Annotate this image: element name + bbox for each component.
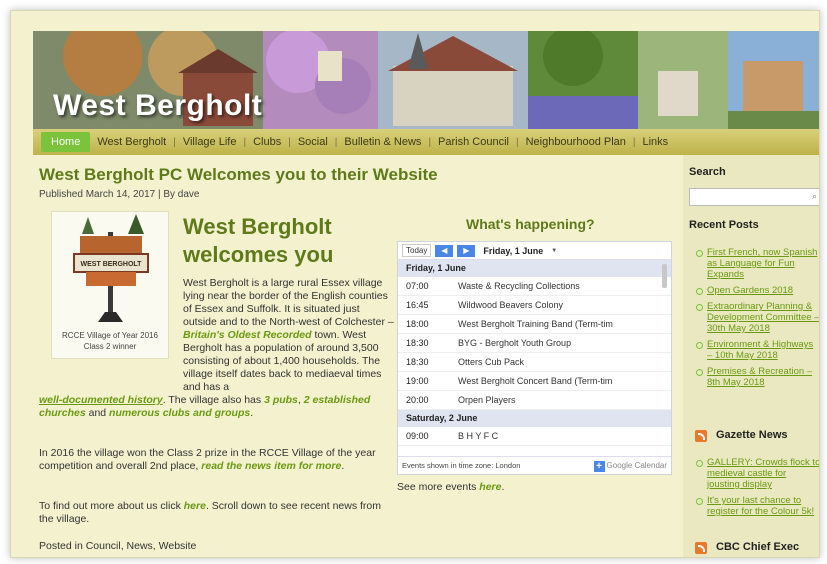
event-time: 07:00	[406, 281, 429, 291]
intro-text: West Bergholt is a large rural Essex vil…	[183, 277, 394, 328]
here-link[interactable]: here	[184, 500, 206, 512]
timezone-note: Events shown in time zone: London	[402, 461, 521, 470]
banner: West Bergholt	[33, 31, 819, 129]
see-more-here-link[interactable]: here	[479, 481, 501, 493]
intro-text: and	[85, 407, 110, 419]
plus-icon: +	[593, 460, 605, 472]
gazette-post-link[interactable]: GALLERY: Crowds flock to medieval castle…	[695, 457, 819, 490]
event-title[interactable]: BYG - Bergholt Youth Group	[458, 334, 653, 352]
event-title[interactable]: Wildwood Beavers Colony	[458, 296, 653, 314]
event-time: 09:00	[406, 431, 429, 441]
event-row[interactable]: 18:30 Otters Cub Pack	[398, 353, 671, 372]
page: West Bergholt Home West Bergholt | Villa…	[10, 10, 820, 558]
calendar-scrollbar[interactable]	[662, 264, 667, 288]
event-row[interactable]: 16:45 Wildwood Beavers Colony	[398, 296, 671, 315]
calendar-toolbar: Today ◀ ▶ Friday, 1 June ▼	[398, 242, 671, 260]
post-meta: Published March 14, 2017 | By dave	[39, 189, 200, 200]
event-title[interactable]: Waste & Recycling Collections	[458, 277, 653, 295]
calendar-current-date[interactable]: Friday, 1 June	[483, 246, 543, 256]
recent-post-link[interactable]: Environment & Highways – 10th May 2018	[695, 339, 819, 361]
event-row[interactable]: 18:00 West Bergholt Training Band (Term-t…	[398, 315, 671, 334]
intro-paragraph-bottom: well-documented history. The village als…	[39, 394, 395, 420]
event-title[interactable]: Otters Cub Pack	[458, 353, 653, 371]
calendar-title: What's happening?	[466, 216, 595, 232]
event-row[interactable]: 07:00 Waste & Recycling Collections	[398, 277, 671, 296]
event-row[interactable]: 09:00 B H Y F C	[398, 427, 671, 446]
welcome-heading: West Bergholt welcomes you	[183, 214, 334, 267]
recent-post-link[interactable]: First French, now Spanish as Language fo…	[695, 247, 819, 280]
calendar-footer: Events shown in time zone: London + Goog…	[398, 456, 671, 474]
event-time: 19:00	[406, 376, 429, 386]
event-title[interactable]: Orpen Players	[458, 391, 653, 409]
prev-arrow-icon[interactable]: ◀	[435, 244, 454, 257]
today-button[interactable]: Today	[402, 244, 432, 257]
gazette-post-link[interactable]: It's your last chance to register for th…	[695, 495, 819, 517]
day-heading: Friday, 1 June	[398, 260, 671, 277]
google-calendar-widget: Today ◀ ▶ Friday, 1 June ▼ Friday, 1 Jun…	[397, 241, 672, 475]
recent-post-link[interactable]: Open Gardens 2018	[695, 285, 819, 296]
rss-icon[interactable]	[695, 542, 707, 554]
clubs-groups-link[interactable]: numerous clubs and groups	[109, 407, 250, 419]
event-row[interactable]: 19:00 West Bergholt Concert Band (Term-ti…	[398, 372, 671, 391]
find-out-text: To find out more about us click	[39, 500, 184, 512]
caption-line: Class 2 winner	[83, 342, 137, 351]
caption-line: RCCE Village of Year 2016	[62, 331, 158, 340]
intro-text: . The village also has	[162, 394, 265, 406]
cbc-heading[interactable]: CBC Chief Exec	[716, 541, 799, 553]
google-calendar-button[interactable]: + Google Calendar	[593, 460, 667, 472]
next-arrow-icon[interactable]: ▶	[457, 244, 476, 257]
nav-neighbourhood-plan[interactable]: Neighbourhood Plan	[519, 129, 633, 155]
intro-paragraph-top: West Bergholt is a large rural Essex vil…	[183, 277, 395, 394]
nav-village-life[interactable]: Village Life	[176, 129, 244, 155]
recent-post-link[interactable]: Premises & Recreation – 8th May 2018	[695, 366, 819, 388]
event-time: 20:00	[406, 395, 429, 405]
event-time: 18:30	[406, 357, 429, 367]
nav-west-bergholt[interactable]: West Bergholt	[90, 129, 173, 155]
google-calendar-label: Google Calendar	[606, 461, 667, 470]
event-row[interactable]: 18:30 BYG - Bergholt Youth Group	[398, 334, 671, 353]
village-sign-text: WEST BERGHOLT	[81, 261, 143, 268]
see-more-events: See more events here.	[397, 481, 504, 493]
event-time: 18:00	[406, 319, 429, 329]
event-row[interactable]: 20:00 Orpen Players	[398, 391, 671, 410]
search-input[interactable]: ⌕	[689, 188, 819, 206]
recent-post-link[interactable]: Extraordinary Planning & Development Com…	[695, 301, 819, 334]
see-more-text: See more events	[397, 481, 480, 493]
post-title[interactable]: West Bergholt PC Welcomes you to their W…	[39, 165, 438, 185]
rss-icon[interactable]	[695, 430, 707, 442]
site-title[interactable]: West Bergholt	[53, 89, 262, 123]
pubs-link[interactable]: 3 pubs	[264, 394, 298, 406]
recent-posts-heading: Recent Posts	[689, 219, 759, 231]
main-nav: Home West Bergholt | Village Life | Club…	[33, 129, 819, 155]
event-title[interactable]: West Bergholt Training Band (Term-tim	[458, 315, 653, 333]
history-link[interactable]: well-documented history	[39, 394, 163, 406]
recent-posts-list: First French, now Spanish as Language fo…	[695, 247, 819, 393]
nav-social[interactable]: Social	[291, 129, 335, 155]
nav-parish-council[interactable]: Parish Council	[431, 129, 516, 155]
posted-in: Posted in Council, News, Website	[39, 540, 197, 552]
event-time: 18:30	[406, 338, 429, 348]
event-title[interactable]: West Bergholt Concert Band (Term-tim	[458, 372, 653, 390]
chevron-down-icon[interactable]: ▼	[551, 248, 557, 254]
day-heading: Saturday, 2 June	[398, 410, 671, 427]
logo-caption: RCCE Village of Year 2016 Class 2 winner	[51, 330, 169, 352]
gazette-posts-list: GALLERY: Crowds flock to medieval castle…	[695, 457, 819, 522]
nav-home[interactable]: Home	[41, 132, 91, 152]
intro-text: .	[250, 407, 254, 419]
gazette-news-heading[interactable]: Gazette News	[716, 429, 788, 441]
search-heading: Search	[689, 166, 726, 178]
award-paragraph: In 2016 the village won the Class 2 priz…	[39, 447, 385, 473]
award-text: .	[341, 460, 345, 472]
search-icon[interactable]: ⌕	[812, 191, 817, 202]
find-out-paragraph: To find out more about us click here. Sc…	[39, 500, 385, 526]
nav-links[interactable]: Links	[636, 129, 676, 155]
news-item-link[interactable]: read the news item for more	[201, 460, 341, 472]
see-more-text: .	[501, 481, 505, 493]
village-sign-icon: WEST BERGHOLT	[73, 214, 149, 322]
oldest-recorded-link[interactable]: Britain's Oldest Recorded	[183, 329, 312, 341]
event-title[interactable]: B H Y F C	[458, 427, 653, 445]
nav-bulletin-news[interactable]: Bulletin & News	[337, 129, 428, 155]
event-time: 16:45	[406, 300, 429, 310]
nav-clubs[interactable]: Clubs	[246, 129, 288, 155]
